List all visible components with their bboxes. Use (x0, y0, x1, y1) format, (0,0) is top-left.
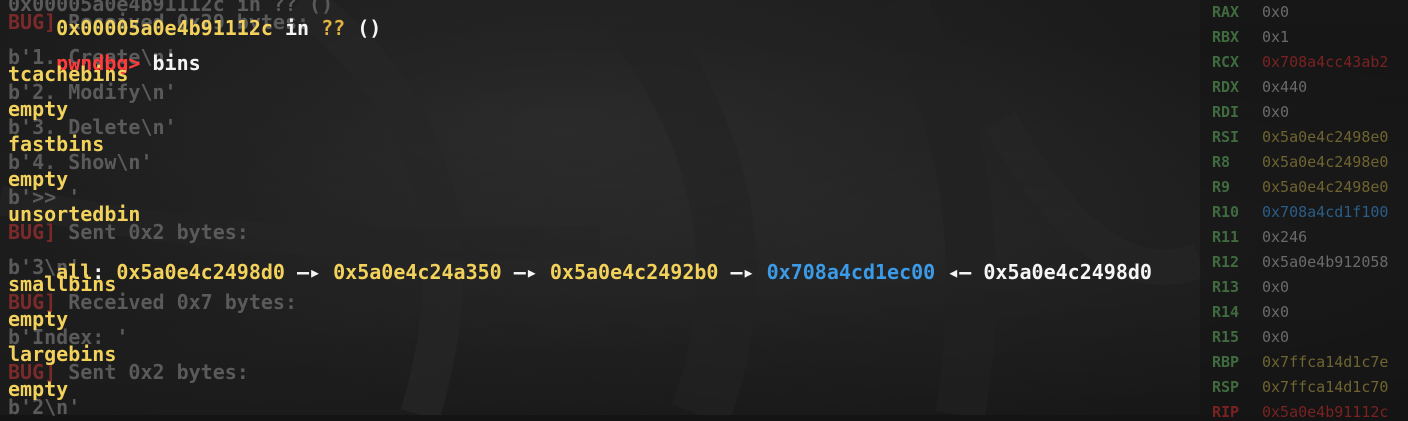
register-value: 0x246 (1262, 228, 1308, 246)
register-value: 0x0 (1262, 278, 1290, 296)
smallbins-header: smallbins (8, 272, 117, 296)
register-row: R11 0x246 (1212, 228, 1307, 246)
register-value: 0x708a4cd1f100 (1262, 203, 1389, 221)
register-value: 0x5a0e4c2498e0 (1262, 178, 1389, 196)
register-value: 0x1 (1262, 28, 1290, 46)
chunk-address: 0x5a0e4c24a350 (333, 260, 502, 284)
register-value: 0x5a0e4b91112c (1262, 403, 1389, 421)
tcachebins-value: empty (8, 97, 69, 121)
command-text: bins (140, 51, 201, 75)
unsortedbin-chain: all: 0x5a0e4c2498d0 —▸ 0x5a0e4c24a350 —▸… (8, 236, 1152, 308)
register-name: RDI (1212, 103, 1240, 121)
register-value: 0x0 (1262, 328, 1290, 346)
paren-text: () (345, 16, 382, 40)
register-name: R11 (1212, 228, 1240, 246)
register-name: R8 (1212, 153, 1231, 171)
register-name: R10 (1212, 203, 1240, 221)
unknown-symbol: ?? (321, 16, 346, 40)
register-value: 0x708a4cc43ab2 (1262, 53, 1389, 71)
register-value: 0x0 (1262, 103, 1290, 121)
chunk-address: 0x708a4cd1ec00 (766, 260, 936, 284)
register-row: RSP 0x7ffca14d1c70 (1212, 378, 1388, 396)
register-row: RSI 0x5a0e4c2498e0 (1212, 128, 1388, 146)
register-value: 0x7ffca14d1c70 (1262, 378, 1389, 396)
tcachebins-header: tcachebins (8, 62, 129, 86)
register-name: R15 (1212, 328, 1240, 346)
register-value: 0x5a0e4c2498e0 (1262, 128, 1389, 146)
register-value: 0x7ffca14d1c7e (1262, 353, 1389, 371)
fastbins-header: fastbins (8, 132, 105, 156)
register-name: RSI (1212, 128, 1240, 146)
fastbins-value: empty (8, 167, 69, 191)
smallbins-value: empty (8, 307, 69, 331)
register-row: R9 0x5a0e4c2498e0 (1212, 178, 1388, 196)
register-row: RBP 0x7ffca14d1c7e (1212, 353, 1388, 371)
register-value: 0x440 (1262, 78, 1308, 96)
register-value: 0x0 (1262, 303, 1290, 321)
register-row: RCX 0x708a4cc43ab2 (1212, 53, 1388, 71)
register-row: RBX 0x1 (1212, 28, 1289, 46)
register-name: R14 (1212, 303, 1240, 321)
register-value: 0x5a0e4b912058 (1262, 253, 1389, 271)
register-name: RCX (1212, 53, 1240, 71)
register-row: R14 0x0 (1212, 303, 1289, 321)
unsortedbin-header: unsortedbin (8, 202, 141, 226)
chain-arrow: ◂— (935, 260, 984, 284)
register-name: RDX (1212, 78, 1240, 96)
register-name: RSP (1212, 378, 1240, 396)
register-row: R8 0x5a0e4c2498e0 (1212, 153, 1388, 171)
registers-panel: RAX 0x0 RBX 0x1 RCX 0x708a4cc43ab2 RDX 0x440 RDI… (1200, 0, 1408, 421)
largebins-value: empty (8, 377, 69, 401)
register-name: R13 (1212, 278, 1240, 296)
register-row: RDX 0x440 (1212, 78, 1307, 96)
register-name: RIP (1212, 403, 1240, 421)
chunk-address: 0x5a0e4c2492b0 (549, 260, 719, 284)
chain-arrow: —▸ (501, 260, 550, 284)
register-row: R10 0x708a4cd1f100 (1212, 203, 1388, 221)
register-name: R9 (1212, 178, 1231, 196)
chunk-address: 0x5a0e4c2498d0 (116, 260, 285, 284)
in-text: in (272, 16, 322, 40)
register-row: RDI 0x0 (1212, 103, 1289, 121)
register-value: 0x5a0e4c2498e0 (1262, 153, 1389, 171)
largebins-header: largebins (8, 342, 117, 366)
chain-arrow: —▸ (718, 260, 767, 284)
register-row: R12 0x5a0e4b912058 (1212, 253, 1388, 271)
register-row: RAX 0x0 (1212, 3, 1289, 21)
register-value: 0x0 (1262, 3, 1290, 21)
register-name: R12 (1212, 253, 1240, 271)
register-row: R13 0x0 (1212, 278, 1289, 296)
chunk-address: 0x5a0e4c2498d0 (983, 260, 1152, 284)
chain-arrow: —▸ (284, 260, 334, 284)
register-name: RBX (1212, 28, 1240, 46)
register-row: R15 0x0 (1212, 328, 1289, 346)
register-row: RIP 0x5a0e4b91112c (1212, 403, 1388, 421)
register-name: RBP (1212, 353, 1240, 371)
register-name: RAX (1212, 3, 1240, 21)
